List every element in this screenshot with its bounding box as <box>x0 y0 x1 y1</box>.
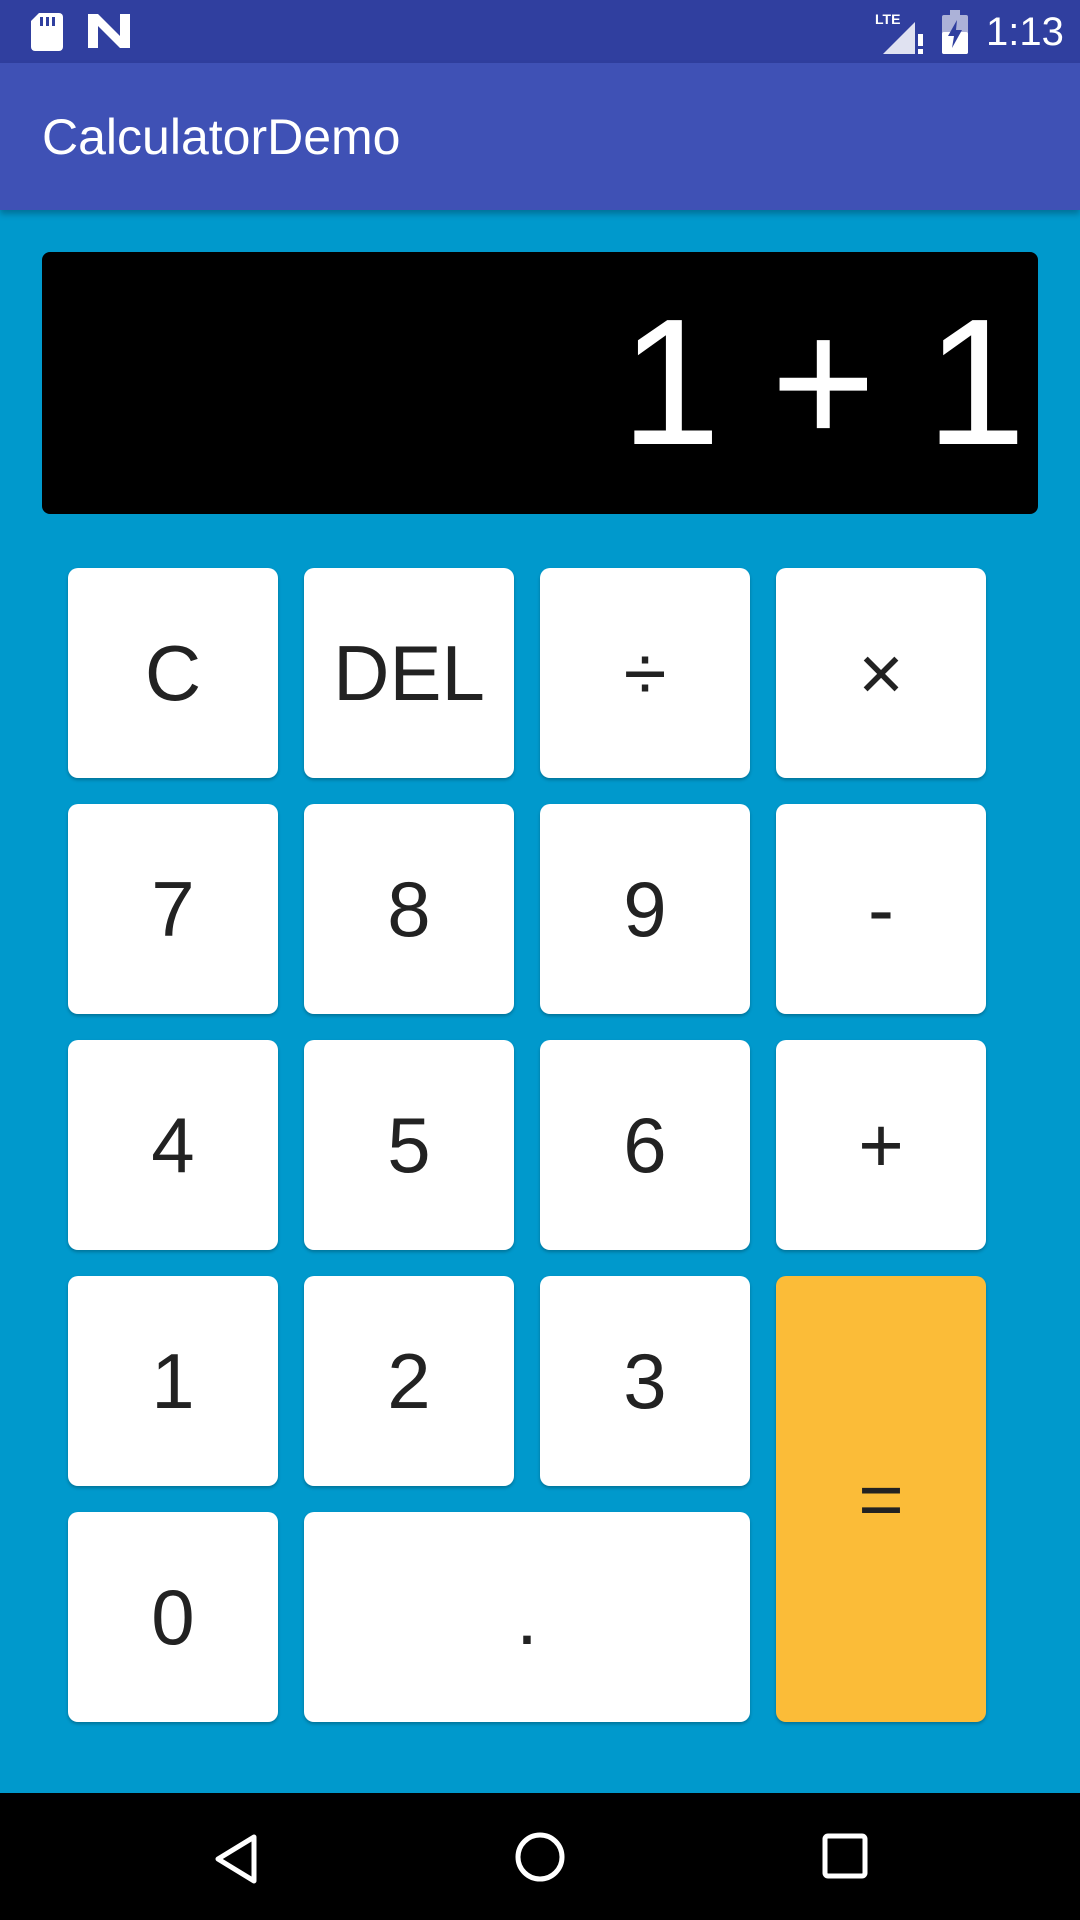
equals-button[interactable]: = <box>776 1276 986 1722</box>
digit-1-button[interactable]: 1 <box>68 1276 278 1486</box>
lte-signal-icon: LTE <box>875 11 923 54</box>
recents-icon[interactable] <box>822 1833 868 1879</box>
calculator-display: 1 + 1 <box>42 252 1038 514</box>
battery-charging-icon <box>942 10 968 54</box>
divide-button[interactable]: ÷ <box>540 568 750 778</box>
add-button[interactable]: + <box>776 1040 986 1250</box>
digit-5-button[interactable]: 5 <box>304 1040 514 1250</box>
app-title: CalculatorDemo <box>42 109 401 165</box>
digit-7-button[interactable]: 7 <box>68 804 278 1014</box>
status-time: 1:13 <box>986 10 1064 54</box>
subtract-button[interactable]: - <box>776 804 986 1014</box>
delete-button[interactable]: DEL <box>304 568 514 778</box>
digit-6-button[interactable]: 6 <box>540 1040 750 1250</box>
multiply-button[interactable]: × <box>776 568 986 778</box>
digit-3-button[interactable]: 3 <box>540 1276 750 1486</box>
digit-2-button[interactable]: 2 <box>304 1276 514 1486</box>
back-icon[interactable] <box>212 1833 260 1885</box>
navigation-bar <box>0 1793 1080 1920</box>
clear-button[interactable]: C <box>68 568 278 778</box>
digit-4-button[interactable]: 4 <box>68 1040 278 1250</box>
svg-text:LTE: LTE <box>875 11 900 27</box>
digit-8-button[interactable]: 8 <box>304 804 514 1014</box>
app-bar: CalculatorDemo <box>0 63 1080 210</box>
n-logo-icon <box>88 14 130 48</box>
digit-0-button[interactable]: 0 <box>68 1512 278 1722</box>
sd-card-icon <box>31 13 63 51</box>
status-bar: LTE 1:13 <box>0 0 1080 63</box>
decimal-button[interactable]: . <box>304 1512 750 1722</box>
display-expression: 1 + 1 <box>620 282 1026 483</box>
digit-9-button[interactable]: 9 <box>540 804 750 1014</box>
home-icon[interactable] <box>514 1831 566 1883</box>
